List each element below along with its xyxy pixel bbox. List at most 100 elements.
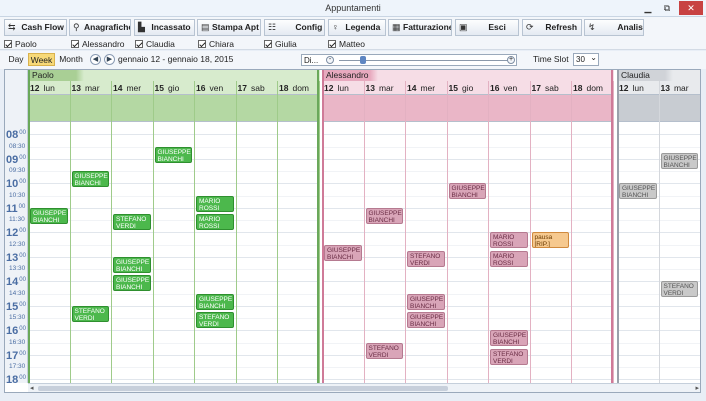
appointment-block[interactable]: GIUSEPPE BIANCHI bbox=[113, 275, 151, 292]
day-header[interactable]: 17 sab bbox=[530, 81, 572, 95]
hour-label: 1700 bbox=[6, 349, 26, 362]
anagrafiche-button[interactable]: ⚲ Anagrafiche bbox=[69, 19, 131, 36]
filter-claudia[interactable]: Claudia bbox=[135, 38, 175, 50]
day-header[interactable]: 13 mar bbox=[70, 81, 112, 95]
esci-button[interactable]: ▣ Esci bbox=[455, 19, 519, 36]
close-icon[interactable]: ✕ bbox=[679, 1, 703, 15]
filter-alessandro[interactable]: Alessandro bbox=[71, 38, 125, 50]
view-month[interactable]: Month bbox=[57, 53, 85, 66]
appointment-block[interactable]: STEFANO VERDI bbox=[490, 348, 528, 365]
day-header[interactable]: 14 mer bbox=[405, 81, 447, 95]
printer-icon: ▤ bbox=[201, 22, 210, 32]
time-gutter: 0800 08:30 0900 09:30 1000 10:30 1100 11:30 1200… bbox=[5, 70, 28, 386]
date-range: gennaio 12 - gennaio 18, 2015 bbox=[118, 54, 234, 64]
appointment-block[interactable]: GIUSEPPE BIANCHI bbox=[660, 152, 698, 169]
filter-chiara[interactable]: Chiara bbox=[198, 38, 234, 50]
appointment-block[interactable]: GIUSEPPE BIANCHI bbox=[490, 330, 528, 347]
day-header[interactable]: 18 dom bbox=[571, 81, 613, 95]
hour-label: 1100 bbox=[6, 202, 26, 215]
zoom-thumb[interactable] bbox=[360, 56, 366, 64]
prev-week-icon[interactable]: ◀ bbox=[90, 54, 101, 65]
day-header[interactable]: 14 mer bbox=[111, 81, 153, 95]
appointment-block[interactable]: GIUSEPPE BIANCHI bbox=[154, 146, 192, 163]
day-header[interactable]: 13 mar bbox=[659, 81, 701, 95]
hour-label: 1000 bbox=[6, 178, 26, 191]
scroll-right-icon[interactable]: ▸ bbox=[695, 384, 699, 392]
legenda-button[interactable]: ♀ Legenda bbox=[328, 19, 386, 36]
filter-giulia[interactable]: Giulia bbox=[264, 38, 297, 50]
arrows-icon: ⇆ bbox=[8, 22, 16, 32]
appointment-block[interactable]: MARIO ROSSI bbox=[196, 213, 234, 230]
window-title: Appuntamenti bbox=[325, 3, 381, 13]
bulb-icon: ♀ bbox=[332, 22, 339, 32]
appointment-block[interactable]: GIUSEPPE BIANCHI bbox=[324, 244, 362, 261]
hour-label: 0800 bbox=[6, 129, 26, 142]
timeslot-select[interactable]: 30 bbox=[573, 52, 599, 66]
day-header[interactable]: 17 sab bbox=[236, 81, 278, 95]
day-header[interactable]: 13 mar bbox=[364, 81, 406, 95]
half-hour-label: 09:30 bbox=[9, 167, 26, 174]
fatturazione-button[interactable]: ▦ Fatturazione bbox=[388, 19, 452, 36]
appointment-block[interactable]: MARIO ROSSI bbox=[196, 195, 234, 212]
appointment-block[interactable]: GIUSEPPE BIANCHI bbox=[30, 207, 68, 224]
resource-tab[interactable]: Paolo bbox=[28, 70, 320, 81]
incassato-button[interactable]: ▙ Incassato bbox=[134, 19, 195, 36]
appointment-block[interactable]: STEFANO VERDI bbox=[196, 311, 234, 328]
day-header[interactable]: 15 gio bbox=[447, 81, 489, 95]
resource-tab[interactable]: Claudia bbox=[617, 70, 700, 81]
half-hour-label: 14:30 bbox=[9, 289, 26, 297]
minimize-icon[interactable]: ▁ bbox=[641, 1, 655, 15]
half-hour-label: 13:30 bbox=[9, 265, 26, 272]
appointment-block[interactable]: MARIO ROSSI bbox=[490, 250, 528, 267]
appointment-block[interactable]: GIUSEPPE BIANCHI bbox=[196, 293, 234, 310]
zoom-in-icon[interactable]: + bbox=[507, 56, 515, 64]
appointment-block[interactable]: STEFANO VERDI bbox=[407, 250, 445, 267]
all-day-row[interactable] bbox=[322, 95, 613, 122]
hour-label: 1600 bbox=[6, 325, 26, 338]
view-day[interactable]: Day bbox=[6, 53, 26, 66]
resource-column-alessandro: Alessandro 12 lun 13 mar 14 mer 15 gio 16 ven 17 sab… bbox=[322, 70, 614, 383]
appointment-block[interactable]: GIUSEPPE BIANCHI bbox=[619, 183, 657, 200]
day-header[interactable]: 12 lun bbox=[617, 81, 659, 95]
scroll-left-icon[interactable]: ◂ bbox=[30, 384, 34, 392]
day-header[interactable]: 12 lun bbox=[322, 81, 364, 95]
zoom-out-icon[interactable]: - bbox=[326, 56, 334, 64]
hour-label: 1500 bbox=[6, 300, 26, 313]
analisi-button[interactable]: ↯ Analisi bbox=[584, 19, 644, 36]
all-day-row[interactable] bbox=[28, 95, 319, 122]
chart-icon: ▙ bbox=[138, 22, 145, 32]
appointment-block[interactable]: GIUSEPPE BIANCHI bbox=[407, 311, 445, 328]
resource-tab[interactable]: Alessandro bbox=[322, 70, 614, 81]
zoom-label: Di... bbox=[304, 56, 319, 65]
appointment-block[interactable]: STEFANO VERDI bbox=[365, 342, 403, 359]
appointment-block[interactable]: GIUSEPPE BIANCHI bbox=[71, 171, 109, 187]
next-week-icon[interactable]: ▶ bbox=[104, 54, 115, 65]
config-button[interactable]: ☷ Config bbox=[264, 19, 325, 36]
day-header[interactable]: 15 gio bbox=[153, 81, 195, 95]
appointment-block[interactable]: GIUSEPPE BIANCHI bbox=[407, 293, 445, 310]
horizontal-scrollbar[interactable]: ◂ ▸ bbox=[28, 383, 700, 392]
appointment-block[interactable]: MARIO ROSSI bbox=[490, 232, 528, 249]
filter-matteo[interactable]: Matteo bbox=[328, 38, 365, 50]
calendar-grid: 0800 08:30 0900 09:30 1000 10:30 1100 11:30 1200… bbox=[4, 69, 701, 393]
day-header[interactable]: 16 ven bbox=[194, 81, 236, 95]
stampa-apt-button[interactable]: ▤ Stampa Apt bbox=[197, 19, 261, 36]
appointment-block[interactable]: STEFANO VERDI bbox=[71, 305, 109, 322]
appointment-block[interactable]: pausa [RIP.] bbox=[531, 232, 569, 249]
day-header[interactable]: 12 lun bbox=[28, 81, 70, 95]
appointment-block[interactable]: GIUSEPPE BIANCHI bbox=[448, 183, 486, 200]
day-header[interactable]: 16 ven bbox=[488, 81, 530, 95]
appointment-block[interactable]: GIUSEPPE BIANCHI bbox=[113, 256, 151, 273]
filter-paolo[interactable]: Paolo bbox=[4, 38, 37, 50]
calendar-nav: Day Week Month ◀ ▶ gennaio 12 - gennaio … bbox=[0, 51, 706, 69]
appointment-block[interactable]: STEFANO VERDI bbox=[660, 281, 698, 298]
zoom-slider[interactable]: Di... - + bbox=[301, 54, 517, 66]
maximize-icon[interactable]: ⧉ bbox=[660, 1, 674, 15]
day-header[interactable]: 18 dom bbox=[277, 81, 319, 95]
scroll-thumb[interactable] bbox=[38, 386, 448, 391]
view-week[interactable]: Week bbox=[28, 53, 55, 66]
appointment-block[interactable]: STEFANO VERDI bbox=[113, 213, 151, 230]
refresh-button[interactable]: ⟳ Refresh bbox=[522, 19, 582, 36]
cash-flow-button[interactable]: ⇆ Cash Flow bbox=[4, 19, 67, 36]
appointment-block[interactable]: GIUSEPPE BIANCHI bbox=[365, 207, 403, 224]
